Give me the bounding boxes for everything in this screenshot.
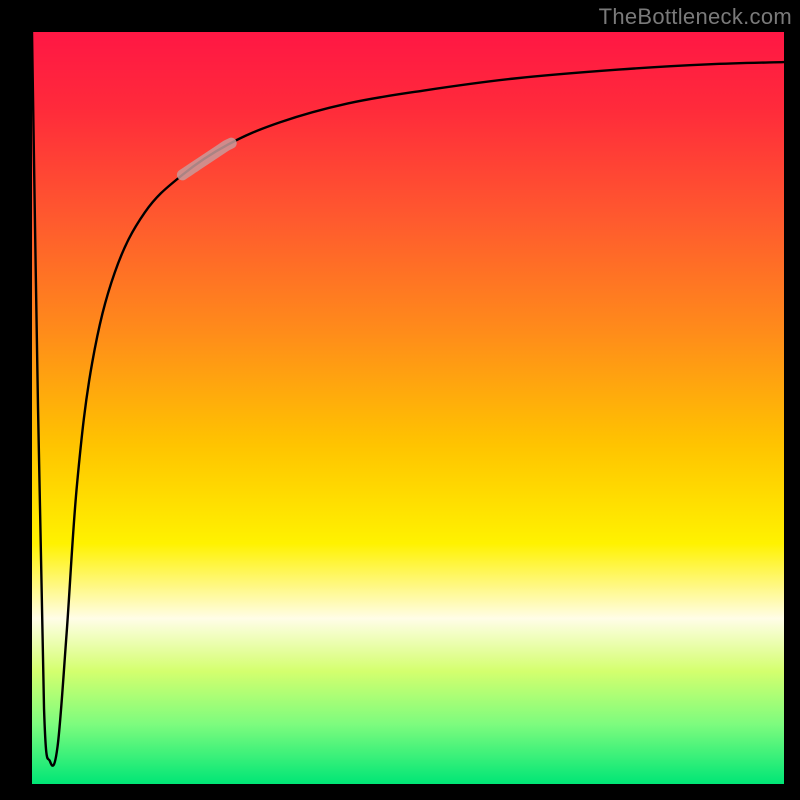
chart-frame: TheBottleneck.com bbox=[0, 0, 800, 800]
watermark-text: TheBottleneck.com bbox=[599, 4, 792, 30]
plot-area bbox=[32, 32, 784, 784]
chart-svg bbox=[32, 32, 784, 784]
curve-highlight bbox=[182, 143, 231, 175]
curve-line bbox=[32, 32, 784, 766]
